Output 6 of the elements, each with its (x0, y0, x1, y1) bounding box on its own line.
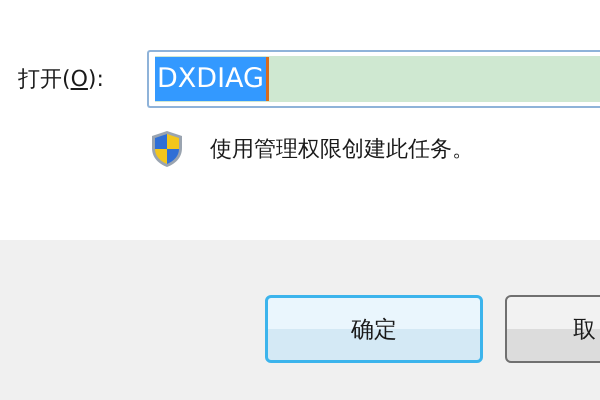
open-label: 打开(O): (18, 66, 105, 94)
admin-note: 使用管理权限创建此任务。 (210, 136, 474, 164)
dialog-button[interactable]: 取 (505, 295, 600, 363)
selected-text: DXDIAG (155, 57, 269, 101)
shield-icon (150, 130, 184, 168)
ok-button[interactable]: 确定 (265, 295, 483, 363)
